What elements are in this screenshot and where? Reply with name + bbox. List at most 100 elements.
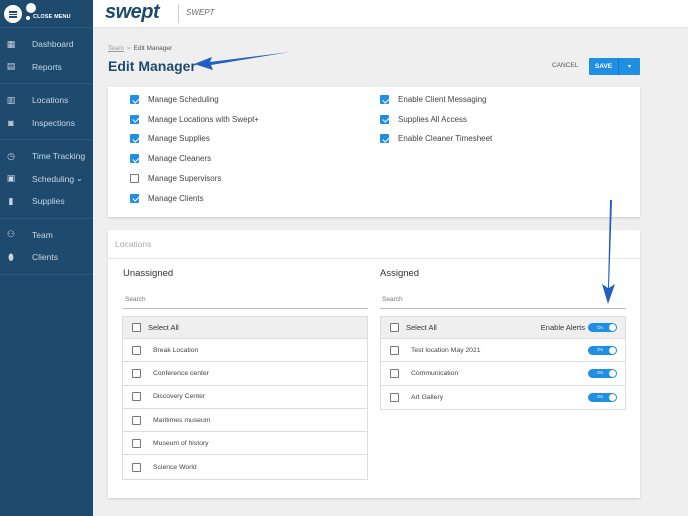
- permission-checkbox[interactable]: [380, 134, 389, 144]
- sidebar-group: ⚇ Team ⬮ Clients: [0, 219, 93, 275]
- permission-manage-supervisors[interactable]: Manage Supervisors: [130, 173, 221, 183]
- sidebar-group: ▦ Dashboard ▤ Reports: [0, 28, 93, 84]
- unassigned-search-input[interactable]: [123, 291, 368, 309]
- cancel-button[interactable]: CANCEL: [552, 62, 578, 69]
- permission-checkbox[interactable]: [130, 154, 139, 164]
- unassigned-select-all-row: Select All: [123, 317, 367, 339]
- unassigned-location-row[interactable]: Conference center: [123, 362, 367, 386]
- permission-manage-scheduling[interactable]: Manage Scheduling: [130, 95, 219, 104]
- select-all-label: Select All: [406, 323, 437, 332]
- inspections-icon: ◙: [8, 117, 14, 128]
- location-alerts-toggle[interactable]: On: [588, 368, 617, 378]
- toggle-knob: [609, 346, 616, 354]
- assigned-search-input[interactable]: [380, 291, 626, 309]
- sidebar-item-label: Time Tracking: [32, 151, 86, 162]
- location-pin-icon: ⬮: [8, 251, 14, 262]
- decorative-dot-icon: [26, 16, 30, 20]
- locations-icon: ▥: [6, 94, 16, 105]
- assigned-select-all-checkbox[interactable]: [390, 323, 399, 332]
- unassigned-location-row[interactable]: Museum of history: [123, 432, 367, 456]
- sidebar-item-locations[interactable]: ▥ Locations: [0, 89, 93, 112]
- location-checkbox[interactable]: [132, 368, 141, 378]
- select-all-label: Select All: [148, 323, 179, 332]
- chevron-down-icon[interactable]: ⌄: [76, 174, 83, 183]
- assigned-select-all-row: Select All Enable Alerts On: [381, 317, 625, 339]
- top-header: swept SWEPT: [93, 0, 688, 28]
- permission-manage-clients[interactable]: Manage Clients: [130, 193, 204, 203]
- save-button[interactable]: SAVE: [589, 58, 619, 75]
- sidebar-item-time-tracking[interactable]: ◷ Time Tracking: [0, 145, 93, 168]
- sidebar-item-team[interactable]: ⚇ Team: [0, 224, 93, 247]
- unassigned-location-row[interactable]: Maritimes museum: [123, 409, 367, 433]
- location-checkbox[interactable]: [390, 368, 399, 378]
- reports-icon: ▤: [6, 61, 16, 72]
- unassigned-location-row[interactable]: Discovery Center: [123, 386, 367, 409]
- supplies-icon: ▮: [8, 195, 14, 206]
- assigned-location-row[interactable]: Test location May 2021 On: [381, 339, 625, 363]
- unassigned-location-row[interactable]: Science World: [123, 455, 367, 478]
- permission-label: Manage Cleaners: [148, 154, 212, 164]
- sidebar-item-dashboard[interactable]: ▦ Dashboard: [0, 33, 93, 56]
- sidebar-item-label: Supplies: [32, 196, 65, 207]
- location-name: Break Location: [153, 346, 199, 354]
- permission-enable-client-messaging[interactable]: Enable Client Messaging: [380, 95, 487, 104]
- permission-checkbox[interactable]: [130, 134, 139, 144]
- swept-logo[interactable]: swept: [105, 1, 160, 24]
- location-name: Museum of history: [153, 439, 209, 447]
- permission-manage-cleaners[interactable]: Manage Cleaners: [130, 154, 212, 164]
- toggle-knob: [609, 324, 616, 331]
- assigned-location-row[interactable]: Communication On: [381, 362, 625, 386]
- sidebar-item-label: Reports: [32, 61, 62, 72]
- sidebar-group: ◷ Time Tracking ▣ Scheduling ⌄ ▮ Supplies: [0, 140, 93, 219]
- permission-checkbox[interactable]: [380, 114, 389, 124]
- permission-checkbox[interactable]: [380, 95, 389, 104]
- sidebar-item-supplies[interactable]: ▮ Supplies: [0, 190, 93, 213]
- dashboard-icon: ▦: [6, 38, 16, 49]
- permission-label: Manage Supplies: [148, 134, 210, 144]
- location-checkbox[interactable]: [132, 438, 141, 448]
- location-name: Maritimes museum: [153, 416, 211, 424]
- enable-alerts-all-toggle[interactable]: On: [588, 323, 617, 332]
- sidebar-item-clients[interactable]: ⬮ Clients: [0, 246, 93, 269]
- permission-manage-locations-with-swept-[interactable]: Manage Locations with Swept+: [130, 114, 259, 124]
- location-checkbox[interactable]: [390, 392, 399, 402]
- permission-enable-cleaner-timesheet[interactable]: Enable Cleaner Timesheet: [380, 134, 492, 144]
- location-checkbox[interactable]: [390, 345, 399, 355]
- permissions-card: Manage Scheduling Manage Locations with …: [108, 87, 640, 217]
- sidebar-item-label: Dashboard: [32, 39, 74, 50]
- assigned-title: Assigned: [380, 268, 420, 279]
- unassigned-location-row[interactable]: Break Location: [123, 339, 367, 363]
- location-alerts-toggle[interactable]: On: [588, 345, 617, 355]
- location-checkbox[interactable]: [132, 462, 141, 472]
- save-dropdown-button[interactable]: ▾: [619, 58, 640, 75]
- location-checkbox[interactable]: [132, 415, 141, 425]
- permission-label: Manage Scheduling: [148, 95, 219, 104]
- unassigned-list: Select All Break Location Conference cen…: [122, 316, 368, 480]
- assigned-location-row[interactable]: Art Gallery On: [381, 386, 625, 409]
- permission-label: Manage Clients: [148, 193, 204, 203]
- permission-manage-supplies[interactable]: Manage Supplies: [130, 134, 210, 144]
- permission-label: Manage Locations with Swept+: [148, 114, 259, 124]
- sidebar-item-scheduling[interactable]: ▣ Scheduling ⌄: [0, 168, 93, 191]
- sidebar-item-label: Clients: [32, 252, 58, 263]
- unassigned-select-all-checkbox[interactable]: [132, 323, 141, 332]
- assigned-list: Select All Enable Alerts On Test locatio…: [380, 316, 626, 410]
- permission-label: Enable Client Messaging: [398, 95, 487, 104]
- breadcrumb: Team» Edit Manager: [108, 45, 172, 52]
- toggle-knob: [609, 393, 616, 401]
- permission-supplies-all-access[interactable]: Supplies All Access: [380, 114, 467, 124]
- breadcrumb-team-link[interactable]: Team: [108, 45, 124, 52]
- close-menu-button[interactable]: CLOSE MENU: [0, 0, 93, 28]
- permission-checkbox[interactable]: [130, 193, 139, 203]
- permission-checkbox[interactable]: [130, 114, 139, 124]
- location-checkbox[interactable]: [132, 392, 141, 402]
- sidebar-item-reports[interactable]: ▤ Reports: [0, 56, 93, 79]
- caret-down-icon: ▾: [627, 64, 631, 70]
- location-checkbox[interactable]: [132, 345, 141, 355]
- location-alerts-toggle[interactable]: On: [588, 392, 617, 402]
- permission-checkbox[interactable]: [130, 95, 139, 104]
- toggle-on-label: On: [597, 394, 604, 400]
- sidebar-item-inspections[interactable]: ◙ Inspections: [0, 112, 93, 135]
- permission-checkbox[interactable]: [130, 173, 139, 183]
- toggle-on-label: On: [597, 370, 604, 376]
